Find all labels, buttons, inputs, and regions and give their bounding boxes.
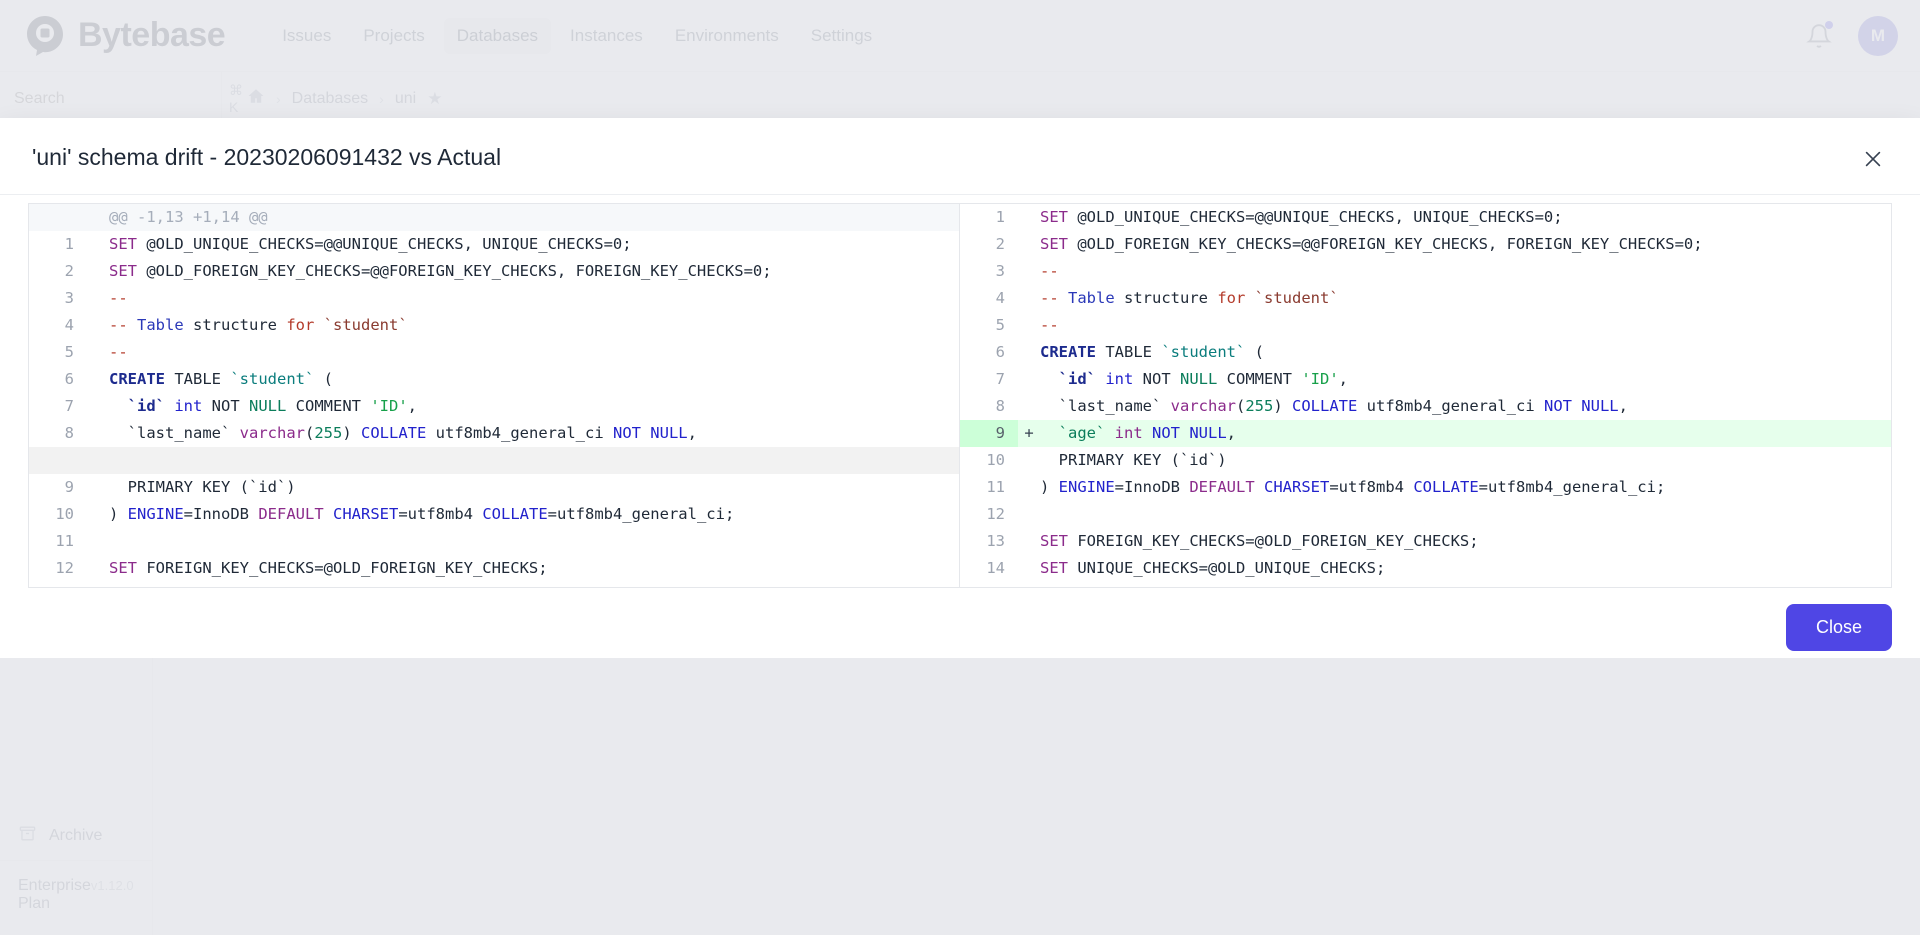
diff-line-number: 6: [995, 343, 1005, 361]
diff-line-number: 1: [64, 235, 74, 253]
diff-line-placeholder: [29, 447, 959, 474]
diff-line-code: SET @OLD_FOREIGN_KEY_CHECKS=@@FOREIGN_KE…: [109, 262, 772, 280]
diff-line-code: [109, 447, 959, 474]
diff-line-context: 12 SET FOREIGN_KEY_CHECKS=@OLD_FOREIGN_KE…: [29, 555, 959, 582]
diff-line-context: 2 SET @OLD_FOREIGN_KEY_CHECKS=@@FOREIGN_K…: [29, 258, 959, 285]
diff-line-number: 3: [995, 262, 1005, 280]
diff-line-code: [1040, 501, 1891, 528]
diff-line-code: ) ENGINE=InnoDB DEFAULT CHARSET=utf8mb4 …: [1040, 478, 1666, 496]
diff-line-added: 9 + `age` int NOT NULL,: [960, 420, 1891, 447]
diff-line-number: 5: [995, 316, 1005, 334]
diff-pane-right: 1 SET @OLD_UNIQUE_CHECKS=@@UNIQUE_CHECKS,…: [960, 204, 1891, 587]
diff-line-code: PRIMARY KEY (`id`): [109, 478, 296, 496]
diff-pane-left: @@ -1,13 +1,14 @@ 1 SET @OLD_UNIQUE_CHECK…: [29, 204, 960, 587]
diff-line-context: 5 --: [960, 312, 1891, 339]
diff-line-number: 10: [986, 451, 1005, 469]
diff-line-code: `id` int NOT NULL COMMENT 'ID',: [1040, 370, 1349, 388]
diff-line-context: 6 CREATE TABLE `student` (: [29, 366, 959, 393]
diff-line-code: PRIMARY KEY (`id`): [1040, 451, 1227, 469]
diff-line-code: -- Table structure for `student`: [109, 316, 408, 334]
diff-line-number: 6: [64, 370, 74, 388]
modal-footer: Close: [0, 588, 1920, 675]
diff-line-code: SET @OLD_UNIQUE_CHECKS=@@UNIQUE_CHECKS, …: [109, 235, 632, 253]
diff-line-context: 13 SET FOREIGN_KEY_CHECKS=@OLD_FOREIGN_KE…: [960, 528, 1891, 555]
diff-hunk-header-left: @@ -1,13 +1,14 @@: [29, 204, 959, 231]
diff-line-code: -- Table structure for `student`: [1040, 289, 1339, 307]
diff-line-number: 9: [64, 478, 74, 496]
diff-line-code: `last_name` varchar(255) COLLATE utf8mb4…: [1040, 397, 1628, 415]
diff-line-number: 13: [986, 532, 1005, 550]
diff-line-number: 4: [995, 289, 1005, 307]
diff-line-number: 11: [55, 532, 74, 550]
diff-line-code: CREATE TABLE `student` (: [1040, 343, 1264, 361]
diff-line-context: 8 `last_name` varchar(255) COLLATE utf8m…: [960, 393, 1891, 420]
diff-line-number: 8: [995, 397, 1005, 415]
diff-line-code: SET @OLD_UNIQUE_CHECKS=@@UNIQUE_CHECKS, …: [1040, 208, 1563, 226]
diff-line-context: 4 -- Table structure for `student`: [960, 285, 1891, 312]
diff-line-number: 8: [64, 424, 74, 442]
diff-line-code: SET FOREIGN_KEY_CHECKS=@OLD_FOREIGN_KEY_…: [1040, 532, 1479, 550]
diff-line-code: ) ENGINE=InnoDB DEFAULT CHARSET=utf8mb4 …: [109, 505, 735, 523]
diff-line-context: 5 --: [29, 339, 959, 366]
diff-line-code: --: [1040, 262, 1059, 280]
modal-header: 'uni' schema drift - 20230206091432 vs A…: [0, 118, 1920, 195]
diff-line-context: 3 --: [960, 258, 1891, 285]
diff-line-code: [109, 528, 959, 555]
diff-line-code: `id` int NOT NULL COMMENT 'ID',: [109, 397, 418, 415]
diff-line-code: CREATE TABLE `student` (: [109, 370, 333, 388]
diff-line-context: 14 SET UNIQUE_CHECKS=@OLD_UNIQUE_CHECKS;: [960, 555, 1891, 582]
diff-line-code: --: [109, 343, 128, 361]
diff-line-context: 11: [29, 528, 959, 555]
schema-drift-modal: 'uni' schema drift - 20230206091432 vs A…: [0, 118, 1920, 588]
modal-footer-strip: Close: [0, 588, 1920, 658]
close-button[interactable]: Close: [1785, 604, 1892, 651]
diff-line-context: 7 `id` int NOT NULL COMMENT 'ID',: [960, 366, 1891, 393]
diff-line-number: 2: [995, 235, 1005, 253]
close-icon[interactable]: [1858, 144, 1888, 174]
diff-line-context: 6 CREATE TABLE `student` (: [960, 339, 1891, 366]
diff-line-context: 10 ) ENGINE=InnoDB DEFAULT CHARSET=utf8mb…: [29, 501, 959, 528]
diff-line-context: 1 SET @OLD_UNIQUE_CHECKS=@@UNIQUE_CHECKS,…: [29, 231, 959, 258]
diff-hunk-text: @@ -1,13 +1,14 @@: [109, 208, 268, 226]
diff-line-number: 2: [64, 262, 74, 280]
diff-line-context: 9 PRIMARY KEY (`id`): [29, 474, 959, 501]
diff-line-code: SET @OLD_FOREIGN_KEY_CHECKS=@@FOREIGN_KE…: [1040, 235, 1703, 253]
diff-line-code: `age` int NOT NULL,: [1040, 424, 1237, 442]
diff-line-number: 10: [55, 505, 74, 523]
diff-line-context: 4 -- Table structure for `student`: [29, 312, 959, 339]
diff-line-context: 10 PRIMARY KEY (`id`): [960, 447, 1891, 474]
diff-line-code: `last_name` varchar(255) COLLATE utf8mb4…: [109, 424, 697, 442]
diff-line-number: 3: [64, 289, 74, 307]
diff-line-number: 11: [986, 478, 1005, 496]
diff-line-context: 12: [960, 501, 1891, 528]
diff-line-code: --: [109, 289, 128, 307]
diff-line-context: 8 `last_name` varchar(255) COLLATE utf8m…: [29, 420, 959, 447]
diff-line-number: 4: [64, 316, 74, 334]
diff-line-context: 3 --: [29, 285, 959, 312]
diff-line-number: 12: [986, 505, 1005, 523]
diff-line-number: 7: [64, 397, 74, 415]
diff-line-number: 14: [986, 559, 1005, 577]
diff-line-number: 1: [995, 208, 1005, 226]
modal-title: 'uni' schema drift - 20230206091432 vs A…: [32, 144, 502, 170]
diff-line-context: 2 SET @OLD_FOREIGN_KEY_CHECKS=@@FOREIGN_K…: [960, 231, 1891, 258]
diff-change-marker: +: [1024, 424, 1034, 442]
schema-diff-viewer[interactable]: @@ -1,13 +1,14 @@ 1 SET @OLD_UNIQUE_CHECK…: [28, 203, 1892, 588]
diff-line-number: 9: [960, 420, 1018, 447]
diff-line-code: SET FOREIGN_KEY_CHECKS=@OLD_FOREIGN_KEY_…: [109, 559, 548, 577]
diff-line-number: 12: [55, 559, 74, 577]
modal-body: @@ -1,13 +1,14 @@ 1 SET @OLD_UNIQUE_CHECK…: [0, 195, 1920, 588]
diff-line-code: SET UNIQUE_CHECKS=@OLD_UNIQUE_CHECKS;: [1040, 559, 1386, 577]
diff-line-number: 7: [995, 370, 1005, 388]
diff-line-context: 1 SET @OLD_UNIQUE_CHECKS=@@UNIQUE_CHECKS,…: [960, 204, 1891, 231]
diff-line-code: --: [1040, 316, 1059, 334]
diff-line-context: 11 ) ENGINE=InnoDB DEFAULT CHARSET=utf8mb…: [960, 474, 1891, 501]
diff-line-number: 5: [64, 343, 74, 361]
diff-line-context: 7 `id` int NOT NULL COMMENT 'ID',: [29, 393, 959, 420]
